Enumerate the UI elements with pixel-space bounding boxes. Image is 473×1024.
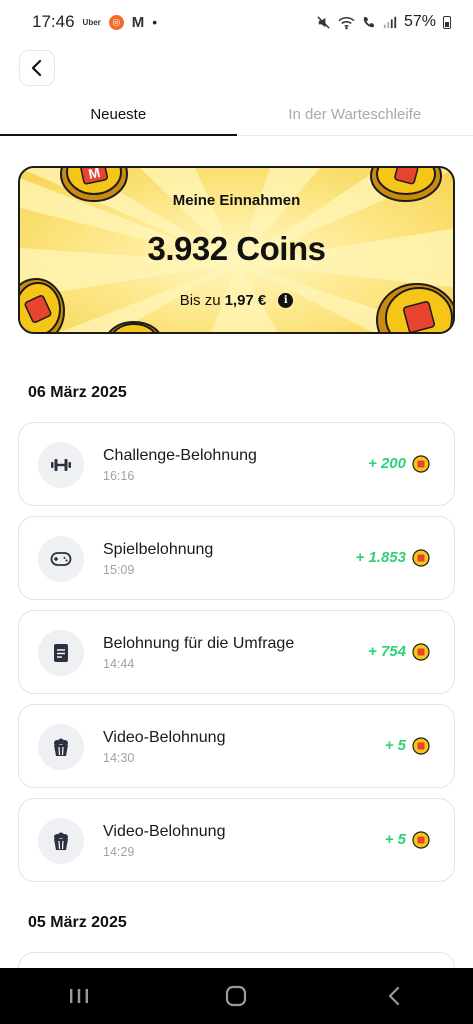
mute-icon <box>317 15 330 29</box>
document-icon <box>38 630 84 676</box>
tab-pending[interactable]: In der Warteschleife <box>237 96 473 135</box>
coin-icon <box>412 549 430 567</box>
earnings-value: 1,97 € <box>224 292 267 309</box>
date-header: 05 März 2025 <box>28 914 127 931</box>
transaction-time: 14:30 <box>103 751 135 765</box>
transaction-title: Video-Belohnung <box>103 823 226 840</box>
transaction-title: Spielbelohnung <box>103 541 214 558</box>
wifi-call-icon <box>363 16 375 28</box>
home-icon <box>226 985 247 1007</box>
signal-icon <box>383 16 397 29</box>
transaction-amount: + 1.853 <box>355 549 406 566</box>
transaction-row[interactable]: Belohnung für die Umfrage 14:44 + 754 <box>18 610 455 694</box>
transaction-time: 14:44 <box>103 657 135 671</box>
status-left: 17:46 Uber ◎ M • <box>32 12 157 32</box>
gmail-notification-icon: M <box>131 13 145 31</box>
transaction-title: Challenge-Belohnung <box>103 447 257 464</box>
status-time: 17:46 <box>32 12 75 31</box>
transaction-time: 14:29 <box>103 845 135 859</box>
gamepad-icon <box>38 536 84 582</box>
app-notification-icon: ◎ <box>108 14 124 30</box>
earnings-value-line: Bis zu 1,97 € i <box>20 292 453 309</box>
popcorn-icon <box>38 818 84 864</box>
status-right: 57% <box>316 13 451 31</box>
transaction-amount: + 200 <box>368 455 406 472</box>
transaction-time: 15:09 <box>103 563 135 577</box>
earnings-banner: M Meine Einnahmen 3.932 Coins Bis zu 1,9… <box>18 166 455 334</box>
transaction-amount: + 754 <box>368 643 406 660</box>
dumbbell-icon <box>38 442 84 488</box>
transaction-row[interactable]: Video-Belohnung 14:30 + 5 <box>18 704 455 788</box>
coin-icon <box>412 737 430 755</box>
home-button[interactable] <box>206 976 266 1016</box>
battery-icon <box>443 15 451 29</box>
chevron-left-icon <box>31 59 42 77</box>
back-nav-button[interactable] <box>364 976 424 1016</box>
earnings-title: Meine Einnahmen <box>172 192 301 209</box>
popcorn-icon <box>38 724 84 770</box>
info-icon[interactable]: i <box>278 293 294 308</box>
uber-notification-icon: Uber <box>82 17 101 27</box>
coin-icon <box>412 831 430 849</box>
tab-bar: Neueste In der Warteschleife <box>0 96 473 136</box>
recent-apps-button[interactable] <box>49 976 109 1016</box>
transaction-row[interactable]: Video-Belohnung 14:29 + 5 <box>18 798 455 882</box>
coin-icon <box>412 643 430 661</box>
transaction-title: Belohnung für die Umfrage <box>103 635 295 652</box>
recent-apps-icon <box>69 989 88 1003</box>
transaction-time: 16:16 <box>103 469 135 483</box>
date-header: 06 März 2025 <box>28 384 127 401</box>
earnings-amount: 3.932 Coins <box>147 230 326 267</box>
coin-icon <box>412 455 430 473</box>
more-notifications-icon: • <box>152 14 158 30</box>
earnings-value-prefix: Bis zu <box>179 292 221 309</box>
transaction-title: Video-Belohnung <box>103 729 226 746</box>
transaction-row[interactable]: Spielbelohnung 15:09 + 1.853 <box>18 516 455 600</box>
status-bar: 17:46 Uber ◎ M • 57% <box>0 0 473 44</box>
transaction-amount: + 5 <box>384 831 406 848</box>
back-nav-icon <box>389 986 400 1006</box>
system-nav-bar <box>0 968 473 1024</box>
transaction-row[interactable]: Challenge-Belohnung 16:16 + 200 <box>18 422 455 506</box>
battery-percent: 57% <box>403 13 436 30</box>
tab-newest[interactable]: Neueste <box>0 96 237 136</box>
back-button[interactable] <box>19 50 55 86</box>
transaction-amount: + 5 <box>384 737 406 754</box>
coin-decoration-bottom-center <box>108 321 160 332</box>
wifi-icon <box>338 16 355 29</box>
